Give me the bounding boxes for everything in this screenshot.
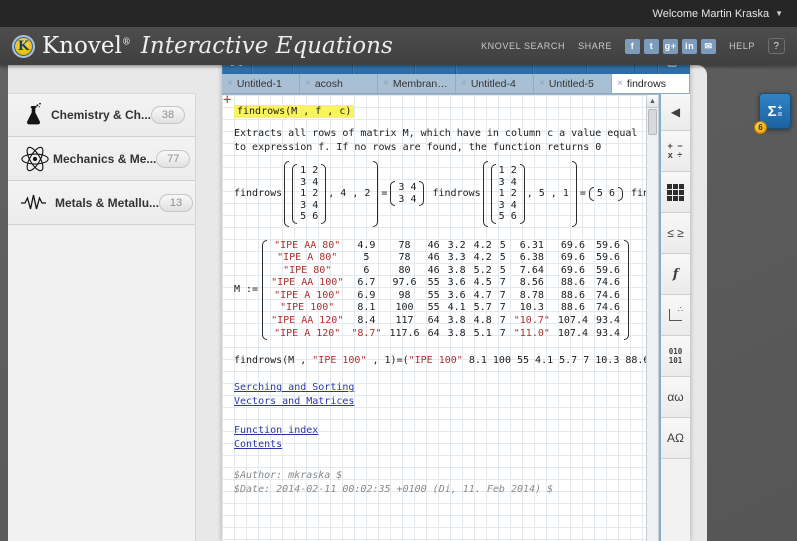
app-title: Interactive Equations [141, 33, 393, 59]
my-equations-flyout-button[interactable]: Σ += 6 [759, 93, 791, 129]
m-matrix-block: M := "IPE AA 80"4.978463.24.256.3169.659… [234, 240, 646, 341]
examples-row: findrows1 23 41 23 45 6, 4 , 2=3 43 4fin… [234, 161, 646, 227]
waveform-icon [20, 193, 52, 213]
googleplus-icon[interactable]: g+ [663, 39, 678, 54]
function-description: Extracts all rows of matrix M, which hav… [234, 127, 646, 154]
app-header: K Knovel® Interactive Equations KNOVEL S… [0, 27, 797, 65]
tab-bar: × Untitled-1 × acosh × Membrane... × Untitled-4… [222, 74, 690, 94]
tab-label: Membrane... [393, 78, 450, 90]
user-menu-caret-icon[interactable]: ▼ [775, 9, 783, 18]
sidebar-item[interactable]: Chemistry & Ch...38 [8, 93, 195, 137]
worksheet-content: findrows(M , f , c) Extracts all rows of… [222, 95, 646, 497]
palette-collapse-panel-button[interactable]: ◀ [661, 94, 690, 131]
twitter-icon[interactable]: t [644, 39, 659, 54]
sidebar-item-label: Metals & Metallu... [55, 196, 159, 210]
m-matrix-label: M := [234, 284, 258, 295]
work-area: + findrows(M , f , c) Extracts all rows … [222, 94, 690, 541]
item-count-badge: 13 [159, 194, 193, 212]
tab-label: acosh [315, 78, 343, 90]
tab-membrane-[interactable]: × Membrane... [378, 74, 456, 93]
palette-functions-button[interactable]: f [661, 254, 690, 295]
close-tab-icon[interactable]: × [305, 78, 311, 89]
links-group-2: Function indexContents [234, 424, 646, 452]
tab-acosh[interactable]: × acosh [300, 74, 378, 93]
close-tab-icon[interactable]: × [461, 78, 467, 89]
help-label: HELP [729, 41, 755, 51]
findrows-example[interactable]: findrows1 23 41 23 45 6, " [631, 161, 646, 227]
tab-label: Untitled-4 [471, 78, 516, 90]
findrows-result-line: findrows(M , "IPE 100" , 1)=("IPE 100" 8… [234, 355, 646, 366]
svn-comments: $Author: mkraska $$Date: 2014-02-11 00:0… [234, 469, 646, 497]
function-signature[interactable]: findrows(M , f , c) [234, 105, 354, 118]
flask-icon [20, 102, 48, 128]
vertical-scrollbar[interactable]: ▲ [646, 94, 659, 541]
worksheet-link[interactable]: Contents [234, 438, 282, 452]
palette-greek-lowercase-button[interactable]: αω [661, 377, 690, 418]
sidebar-item-label: Chemistry & Ch... [51, 108, 151, 122]
linkedin-icon[interactable]: in [682, 39, 697, 54]
matrix-grid-icon [667, 184, 684, 201]
atom-icon [20, 144, 50, 174]
share-label: SHARE [578, 41, 612, 51]
close-tab-icon[interactable]: × [227, 78, 233, 89]
tab-untitled-4[interactable]: × Untitled-4 [456, 74, 534, 93]
cursor-crosshair-icon: + [223, 94, 231, 108]
header-actions: KNOVEL SEARCH SHARE ft g+ in ✉ HELP ? [481, 38, 785, 54]
palette-boolean-button[interactable]: ≤ ≥ [661, 213, 690, 254]
palette-matrix-button[interactable] [661, 172, 690, 213]
palette-greek-uppercase-button[interactable]: AΩ [661, 418, 690, 459]
knovel-logo-icon: K [12, 35, 35, 58]
equation-panel: NEWUPLOADDOWNLDEDITCALCULATEINSERTUNITS … [222, 47, 690, 541]
email-icon[interactable]: ✉ [701, 39, 716, 54]
tab-findrows[interactable]: × findrows [612, 74, 690, 93]
item-count-badge: 77 [156, 150, 190, 168]
worksheet-link[interactable]: Serching and Sorting [234, 381, 354, 395]
palette-programming-button[interactable]: 010101 [661, 336, 690, 377]
scroll-up-arrow-icon[interactable]: ▲ [647, 95, 658, 108]
top-bar: Welcome Martin Kraska ▼ [0, 0, 797, 27]
worksheet-link[interactable]: Function index [234, 424, 318, 438]
scrollbar-thumb[interactable] [648, 109, 657, 135]
tab-label: findrows [627, 78, 666, 90]
palette-arithmetic-button[interactable]: + −x ÷ [661, 131, 690, 172]
sidebar-item[interactable]: Mechanics & Me...77 [8, 137, 195, 181]
math-palette: ◀+ −x ÷ ≤ ≥f ∴ 010101αωAΩ [659, 94, 690, 541]
share-icons: ft g+ in ✉ [625, 39, 716, 54]
close-tab-icon[interactable]: × [539, 78, 545, 89]
links-group-1: Serching and SortingVectors and Matrices [234, 381, 646, 409]
sidebar-item-label: Mechanics & Me... [53, 152, 156, 166]
palette-plot-button[interactable]: ∴ [661, 295, 690, 336]
close-tab-icon[interactable]: × [617, 78, 623, 89]
help-button[interactable]: ? [768, 38, 785, 54]
findrows-example[interactable]: findrows1 23 41 23 45 6, 4 , 2=3 43 4 [234, 161, 424, 227]
sigma-icon: Σ [768, 103, 777, 120]
welcome-user[interactable]: Welcome Martin Kraska [653, 8, 770, 20]
sidebar-item[interactable]: Metals & Metallu...13 [8, 181, 195, 225]
tab-untitled-5[interactable]: × Untitled-5 [534, 74, 612, 93]
tab-untitled-1[interactable]: × Untitled-1 [222, 74, 300, 93]
tab-label: Untitled-5 [549, 78, 594, 90]
plot-axes-icon: ∴ [669, 309, 682, 321]
findrows-example[interactable]: findrows1 23 41 23 45 6, 5 , 1=5 6 [432, 161, 622, 227]
category-sidebar: Chemistry & Ch...38Mechanics & Me...77Me… [8, 93, 196, 541]
knovel-search-link[interactable]: KNOVEL SEARCH [481, 41, 565, 51]
tab-label: Untitled-1 [237, 78, 282, 90]
facebook-icon[interactable]: f [625, 39, 640, 54]
brand-name: Knovel® [42, 33, 131, 59]
item-count-badge: 38 [151, 106, 185, 124]
equation-count-badge: 6 [754, 121, 767, 134]
worksheet-link[interactable]: Vectors and Matrices [234, 395, 354, 409]
m-matrix: "IPE AA 80"4.978463.24.256.3169.659.6"IP… [262, 240, 629, 341]
worksheet[interactable]: + findrows(M , f , c) Extracts all rows … [222, 94, 646, 541]
close-tab-icon[interactable]: × [383, 78, 389, 89]
